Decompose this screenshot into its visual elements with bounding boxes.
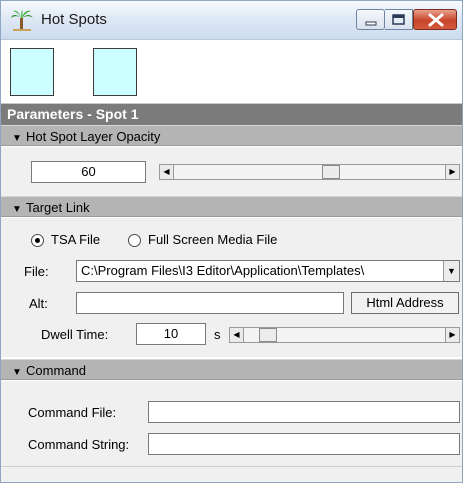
alt-label: Alt: — [29, 296, 48, 311]
dwell-slider-thumb[interactable] — [259, 328, 277, 342]
spot-swatch-1[interactable] — [10, 48, 54, 96]
radio-selected-dot — [35, 238, 40, 243]
file-value: C:\Program Files\I3 Editor\Application\T… — [81, 263, 365, 278]
maximize-button[interactable] — [385, 9, 413, 30]
maximize-icon — [392, 14, 405, 25]
chevron-down-icon[interactable]: ▼ — [443, 261, 459, 281]
command-section-title: Command — [26, 363, 86, 378]
title-bar[interactable]: Hot Spots — [1, 1, 462, 40]
close-icon — [428, 13, 444, 27]
target-link-section-header[interactable]: ▼ Target Link — [1, 196, 462, 217]
parameters-header: Parameters - Spot 1 — [1, 104, 462, 125]
opacity-value-field[interactable]: 60 — [31, 161, 146, 183]
alt-field[interactable] — [76, 292, 344, 314]
command-string-field[interactable] — [148, 433, 460, 455]
minimize-button[interactable] — [356, 9, 385, 30]
opacity-section-header[interactable]: ▼ Hot Spot Layer Opacity — [1, 125, 462, 146]
command-file-label: Command File: — [28, 405, 117, 420]
file-combobox[interactable]: C:\Program Files\I3 Editor\Application\T… — [76, 260, 460, 282]
scroll-left-icon[interactable]: ◀ — [160, 165, 174, 179]
target-link-section-title: Target Link — [26, 200, 90, 215]
collapse-triangle-icon: ▼ — [12, 204, 22, 215]
opacity-slider[interactable]: ◀ ▶ — [159, 164, 460, 180]
window-title: Hot Spots — [41, 11, 107, 28]
close-button[interactable] — [413, 9, 457, 30]
opacity-panel: 60 ◀ ▶ — [1, 147, 462, 196]
scroll-right-icon[interactable]: ▶ — [445, 165, 459, 179]
spot-swatch-area — [1, 41, 462, 104]
command-section-header[interactable]: ▼ Command — [1, 359, 462, 380]
collapse-triangle-icon: ▼ — [12, 367, 22, 378]
opacity-section-title: Hot Spot Layer Opacity — [26, 129, 161, 144]
opacity-slider-thumb[interactable] — [322, 165, 340, 179]
full-screen-media-radio[interactable] — [128, 234, 141, 247]
collapse-triangle-icon: ▼ — [12, 133, 22, 144]
minimize-icon — [365, 21, 377, 26]
scroll-left-icon[interactable]: ◀ — [230, 328, 244, 342]
dwell-unit-label: s — [214, 327, 221, 342]
palm-tree-icon — [11, 9, 33, 31]
target-link-panel: TSA File Full Screen Media File File: C:… — [1, 218, 462, 357]
html-address-button[interactable]: Html Address — [351, 292, 459, 314]
spot-swatch-2[interactable] — [93, 48, 137, 96]
command-string-label: Command String: — [28, 437, 130, 452]
tsa-file-radio[interactable] — [31, 234, 44, 247]
hot-spots-window: Hot Spots Parameters - Spot 1 ▼ Hot Spot … — [0, 0, 463, 483]
command-file-field[interactable] — [148, 401, 460, 423]
dwell-time-field[interactable]: 10 — [136, 323, 206, 345]
dwell-time-slider[interactable]: ◀ ▶ — [229, 327, 460, 343]
command-panel: Command File: Command String: — [1, 381, 462, 466]
full-screen-media-label[interactable]: Full Screen Media File — [148, 232, 277, 247]
dwell-time-label: Dwell Time: — [41, 327, 109, 342]
scroll-right-icon[interactable]: ▶ — [445, 328, 459, 342]
file-label: File: — [24, 264, 49, 279]
bottom-edge — [1, 466, 462, 482]
tsa-file-label[interactable]: TSA File — [51, 232, 100, 247]
